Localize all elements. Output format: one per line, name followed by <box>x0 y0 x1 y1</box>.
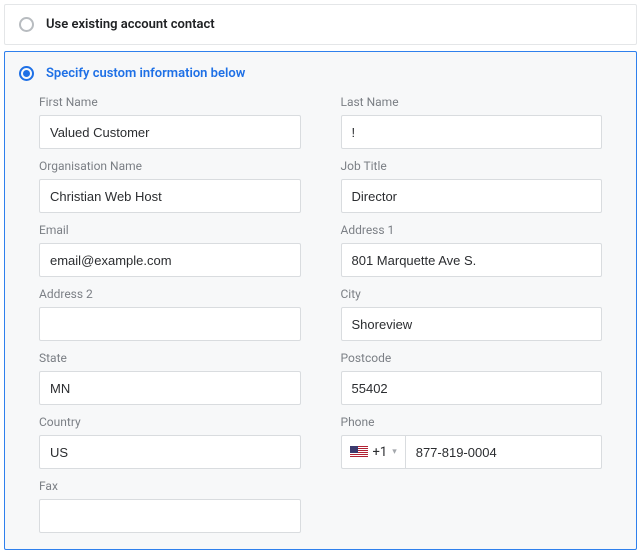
option-header[interactable]: Use existing account contact <box>5 5 636 44</box>
phone-country-selector[interactable]: +1 ▾ <box>341 435 405 469</box>
city-input[interactable] <box>341 307 603 341</box>
postcode-input[interactable] <box>341 371 603 405</box>
option-use-existing[interactable]: Use existing account contact <box>4 4 637 45</box>
empty-cell <box>341 479 603 533</box>
first-name-input[interactable] <box>39 115 301 149</box>
option-label: Use existing account contact <box>46 17 215 32</box>
email-input[interactable] <box>39 243 301 277</box>
last-name-input[interactable] <box>341 115 603 149</box>
field-country: Country <box>39 415 301 469</box>
label: Last Name <box>341 95 603 109</box>
field-address2: Address 2 <box>39 287 301 341</box>
label: State <box>39 351 301 365</box>
radio-checked-icon[interactable] <box>19 66 34 81</box>
label: Country <box>39 415 301 429</box>
field-first-name: First Name <box>39 95 301 149</box>
label: Job Title <box>341 159 603 173</box>
phone-wrap: +1 ▾ <box>341 435 603 469</box>
label: Organisation Name <box>39 159 301 173</box>
field-state: State <box>39 351 301 405</box>
country-input[interactable] <box>39 435 301 469</box>
label: City <box>341 287 603 301</box>
flag-us-icon <box>350 446 368 458</box>
label: Address 1 <box>341 223 603 237</box>
label: First Name <box>39 95 301 109</box>
field-city: City <box>341 287 603 341</box>
field-last-name: Last Name <box>341 95 603 149</box>
job-title-input[interactable] <box>341 179 603 213</box>
field-fax: Fax <box>39 479 301 533</box>
chevron-down-icon: ▾ <box>392 447 397 457</box>
radio-unchecked-icon[interactable] <box>19 17 34 32</box>
option-header[interactable]: Specify custom information below <box>5 52 636 91</box>
phone-input[interactable] <box>405 435 602 469</box>
state-input[interactable] <box>39 371 301 405</box>
field-address1: Address 1 <box>341 223 603 277</box>
field-job-title: Job Title <box>341 159 603 213</box>
label: Address 2 <box>39 287 301 301</box>
option-specify-custom: Specify custom information below First N… <box>4 51 637 550</box>
option-label: Specify custom information below <box>46 66 245 81</box>
field-phone: Phone +1 ▾ <box>341 415 603 469</box>
label: Postcode <box>341 351 603 365</box>
phone-prefix-text: +1 <box>373 445 388 460</box>
organisation-input[interactable] <box>39 179 301 213</box>
address1-input[interactable] <box>341 243 603 277</box>
fax-input[interactable] <box>39 499 301 533</box>
label: Phone <box>341 415 603 429</box>
address2-input[interactable] <box>39 307 301 341</box>
field-postcode: Postcode <box>341 351 603 405</box>
label: Email <box>39 223 301 237</box>
label: Fax <box>39 479 301 493</box>
field-email: Email <box>39 223 301 277</box>
field-organisation: Organisation Name <box>39 159 301 213</box>
custom-form: First Name Last Name Organisation Name J… <box>5 91 636 549</box>
